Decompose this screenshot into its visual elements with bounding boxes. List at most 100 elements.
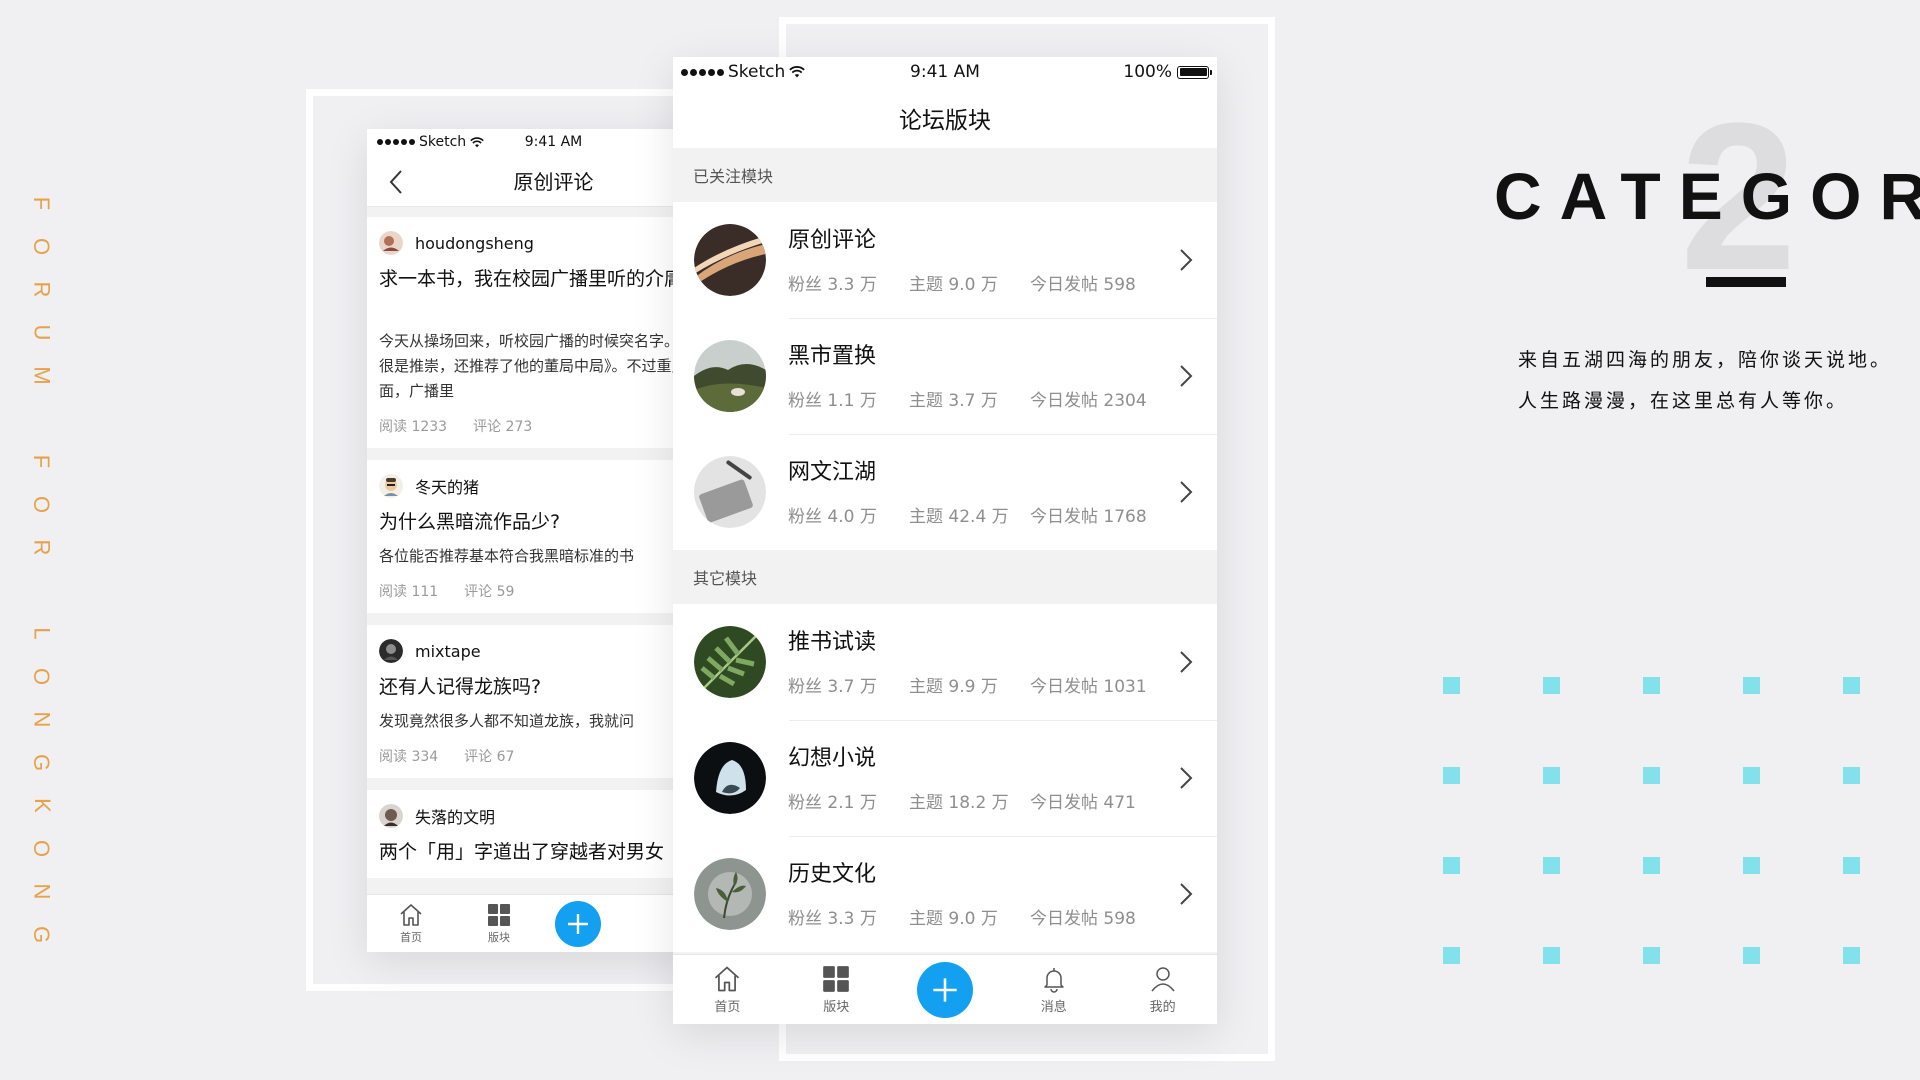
fans-count: 粉丝 4.0 万 [788,506,877,527]
tab-mine[interactable]: 我的 [1108,965,1217,1015]
description-line: 来自五湖四海的朋友，陪你谈天说地。 [1518,349,1893,371]
category-name: 推书试读 [788,629,877,655]
category-thumbnail [694,858,766,930]
tab-home[interactable]: 首页 [367,903,455,945]
tab-label: 版块 [823,999,850,1015]
today-posts: 今日发帖 1031 [1030,676,1147,697]
caption-letter: R [29,539,55,556]
page-title: 原创评论 [513,170,594,194]
decorative-dot [1443,677,1460,694]
chevron-right-icon [1180,365,1193,387]
read-count: 阅读 334 [379,749,439,765]
category-thumbnail [694,456,766,528]
carrier-label: Sketch [728,62,786,82]
fans-count: 粉丝 2.1 万 [788,792,877,813]
category-thumbnail [694,742,766,814]
today-posts: 今日发帖 598 [1030,274,1136,295]
description-line: 人生路漫漫，在这里总有人等你。 [1518,390,1849,412]
section-header-other: 其它模块 [673,550,1217,604]
section-header-followed: 已关注模块 [673,148,1217,202]
chevron-right-icon [1180,481,1193,503]
chevron-right-icon [1180,767,1193,789]
decorative-dot [1843,947,1860,964]
home-icon [400,903,422,926]
back-icon[interactable] [383,167,411,197]
topics-count: 主题 3.7 万 [909,390,998,411]
avatar [379,804,403,828]
decorative-dot [1443,947,1460,964]
decorative-dot [1843,767,1860,784]
tab-home[interactable]: 首页 [673,965,782,1015]
caption-letter: F [29,454,55,469]
category-item[interactable]: 幻想小说 粉丝 2.1 万 主题 18.2 万 今日发帖 471 [673,720,1217,836]
caption-letter: O [29,839,55,858]
caption-letter: L [29,627,55,640]
post-author[interactable]: 冬天的猪 [415,474,479,498]
wifi-icon [789,66,806,78]
category-name: 原创评论 [788,227,877,253]
chevron-right-icon [1180,651,1193,673]
caption-letter: U [29,324,55,341]
category-item[interactable]: 网文江湖 粉丝 4.0 万 主题 42.4 万 今日发帖 1768 [673,434,1217,550]
home-icon [715,966,740,991]
category-name: 幻想小说 [788,745,877,771]
chevron-right-icon [1180,249,1193,271]
avatar [379,639,403,663]
avatar [379,231,403,255]
avatar [379,474,403,498]
category-thumbnail [694,224,766,296]
post-author[interactable]: houdongsheng [415,234,534,253]
caption-letter: N [29,883,55,900]
decorative-dot [1843,677,1860,694]
category-item[interactable]: 黑市置换 粉丝 1.1 万 主题 3.7 万 今日发帖 2304 [673,318,1217,434]
decorative-dot [1543,857,1560,874]
decorative-dot-grid [1443,677,1861,967]
decorative-dot [1443,857,1460,874]
caption-letter: K [29,798,55,813]
phone-category-list: Sketch 9:41 AM 100% 论坛版块 已关注模块 原创评论 粉丝 3… [673,57,1217,1024]
decorative-dot [1643,947,1660,964]
decorative-dot [1743,767,1760,784]
decorative-dot [1443,767,1460,784]
status-bar: Sketch 9:41 AM 100% [673,57,1217,87]
topics-count: 主题 9.9 万 [909,676,998,697]
tab-label: 消息 [1040,999,1067,1015]
plus-icon [568,913,588,934]
caption-letter: O [29,667,55,686]
topics-count: 主题 18.2 万 [909,792,1009,813]
decorative-dot [1643,677,1660,694]
category-item[interactable]: 原创评论 粉丝 3.3 万 主题 9.0 万 今日发帖 598 [673,202,1217,318]
category-thumbnail [694,340,766,412]
caption-letter: R [29,281,55,298]
caption-letter: G [29,753,55,772]
tab-board[interactable]: 版块 [455,903,543,945]
carrier-label: Sketch [419,134,467,150]
tab-add [891,961,1000,1018]
category-item[interactable]: 历史文化 粉丝 3.3 万 主题 9.0 万 今日发帖 598 [673,836,1217,952]
category-title: CATEGORY [1494,159,1920,233]
today-posts: 今日发帖 1768 [1030,506,1147,527]
fans-count: 粉丝 1.1 万 [788,390,877,411]
battery-percent: 100% [1123,62,1172,82]
navigation-bar: 论坛版块 [673,87,1217,148]
caption-letter: O [29,237,55,256]
wifi-icon [470,136,484,147]
topics-count: 主题 9.0 万 [909,908,998,929]
tab-board[interactable]: 版块 [782,965,891,1015]
fans-count: 粉丝 3.7 万 [788,676,877,697]
tab-messages[interactable]: 消息 [999,965,1108,1015]
add-post-button[interactable] [916,961,973,1018]
today-posts: 今日发帖 471 [1030,792,1136,813]
post-author[interactable]: mixtape [415,642,481,661]
title-underline [1706,277,1786,287]
fans-count: 粉丝 3.3 万 [788,274,877,295]
tab-label: 首页 [714,999,741,1015]
tab-label: 首页 [400,930,422,944]
category-name: 历史文化 [788,861,877,887]
caption-letter: O [29,495,55,514]
tab-bar: 首页 版块 消息 我的 [673,954,1217,1024]
category-item[interactable]: 推书试读 粉丝 3.7 万 主题 9.9 万 今日发帖 1031 [673,604,1217,720]
post-author[interactable]: 失落的文明 [415,804,495,828]
grid-icon [823,965,850,992]
add-post-button[interactable] [555,900,601,947]
